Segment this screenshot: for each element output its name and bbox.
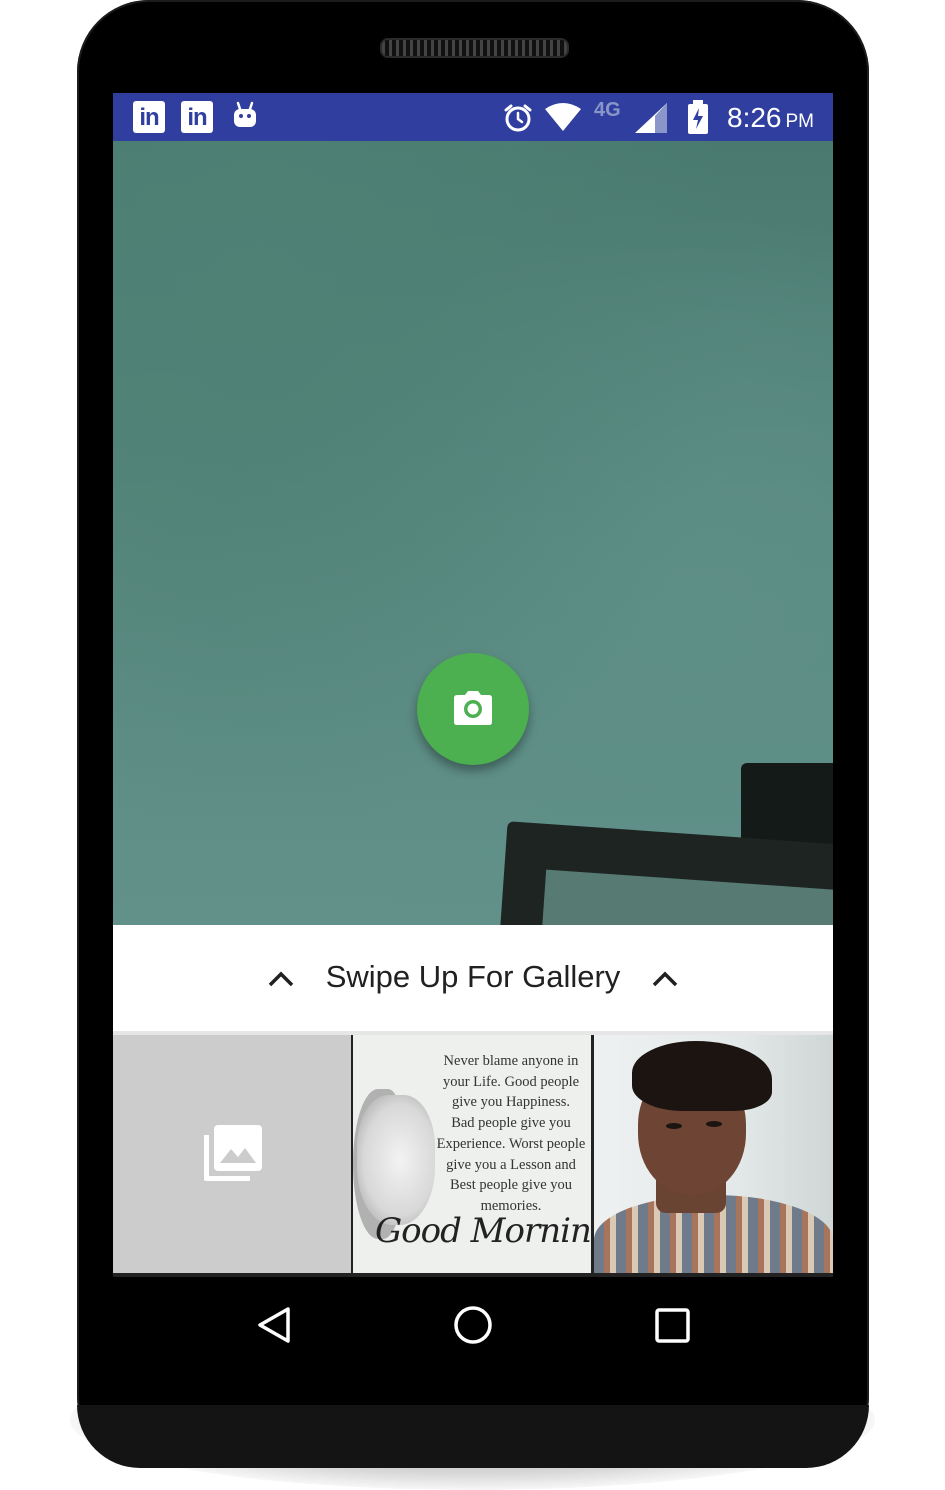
capture-button[interactable] [417, 653, 529, 765]
recents-icon[interactable] [654, 1307, 692, 1345]
earpiece-speaker [380, 38, 569, 58]
gallery-strip: Never blame anyone in your Life. Good pe… [113, 1035, 833, 1277]
android-icon [234, 101, 256, 127]
network-type-label: 4G [594, 99, 621, 121]
linkedin-icon: in [181, 101, 213, 133]
clock-ampm: PM [785, 111, 815, 132]
clock: 8:26 PM [727, 102, 814, 134]
photo-subject [706, 1121, 722, 1127]
quote-text: Never blame anyone in your Life. Good pe… [431, 1051, 591, 1217]
quote-line: Experience. Worst people [436, 1135, 586, 1152]
camera-preview[interactable] [113, 141, 833, 925]
screen: in in 4G 8:26 PM Swipe Up For Gallery Ne… [113, 93, 833, 1277]
signal-icon [635, 103, 667, 133]
alarm-icon [504, 104, 532, 132]
photo-subject [666, 1123, 682, 1129]
clock-time: 8:26 [727, 102, 782, 133]
gallery-open-tile[interactable] [113, 1035, 351, 1273]
swipe-up-label: Swipe Up For Gallery [325, 959, 621, 994]
quote-line: Never blame anyone in [443, 1053, 579, 1069]
status-bar: in in 4G 8:26 PM [113, 93, 833, 141]
camera-icon [454, 691, 492, 725]
phone-chin [77, 1405, 869, 1468]
script-text: Good Morning [375, 1211, 591, 1251]
gallery-thumbnail[interactable]: Never blame anyone in your Life. Good pe… [353, 1035, 591, 1273]
wifi-icon [545, 103, 581, 131]
battery-charging-icon [688, 100, 708, 134]
chevron-up-icon [652, 971, 678, 987]
swipe-up-panel[interactable]: Swipe Up For Gallery [113, 925, 833, 1031]
gallery-thumbnail[interactable] [594, 1035, 833, 1273]
quote-line: give you Happiness. [452, 1094, 570, 1111]
quote-line: Bad people give you [451, 1115, 571, 1132]
quote-line: give you a Lesson and [446, 1156, 576, 1173]
quote-line: your Life. Good people [442, 1073, 580, 1090]
back-icon[interactable] [256, 1305, 292, 1345]
sketch-portrait [357, 1095, 435, 1225]
linkedin-icon: in [133, 101, 165, 133]
home-icon[interactable] [452, 1304, 494, 1346]
quote-line: Best people give you [449, 1177, 573, 1194]
photo-library-icon [204, 1125, 262, 1181]
